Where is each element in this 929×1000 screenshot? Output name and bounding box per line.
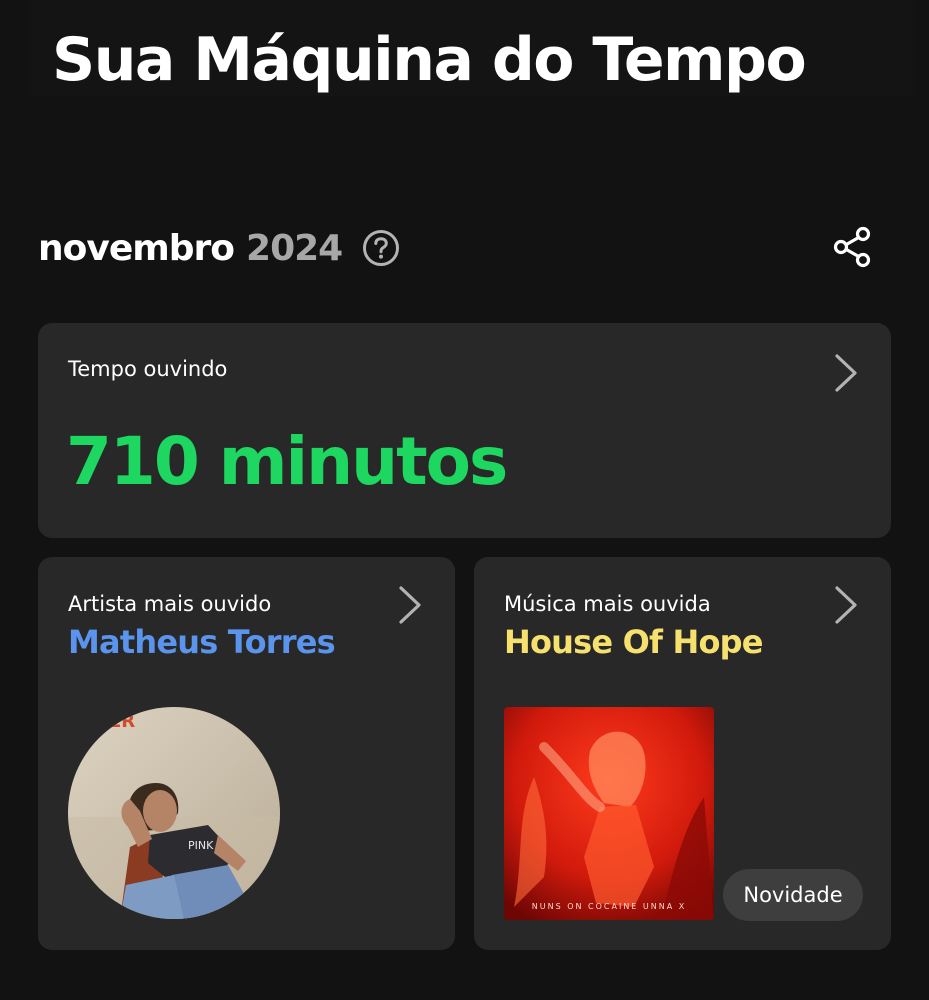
listening-time-card[interactable]: Tempo ouvindo 710 minutos — [38, 323, 891, 538]
svg-text:SER: SER — [96, 711, 135, 732]
chevron-right-icon — [835, 354, 857, 392]
period-month: novembro — [38, 227, 235, 269]
listening-time-label: Tempo ouvindo — [68, 357, 228, 381]
artist-photo: PINK SER — [68, 707, 280, 919]
top-artist-label: Artista mais ouvido — [68, 592, 272, 616]
top-artist-card[interactable]: Artista mais ouvido Matheus Torres PINK … — [38, 557, 455, 950]
album-cover: NUNS ON COCAINE UNNA X — [504, 707, 714, 920]
period-year: 2024 — [246, 227, 343, 269]
period-row: novembro 2024 — [38, 224, 400, 272]
question-circle-icon[interactable] — [362, 229, 400, 267]
top-song-label: Música mais ouvida — [504, 592, 711, 616]
top-song-title: House Of Hope — [504, 623, 763, 661]
share-icon[interactable] — [830, 224, 876, 270]
chevron-right-icon — [835, 586, 857, 624]
album-cover-text: NUNS ON COCAINE UNNA X — [531, 902, 687, 911]
listening-time-value: 710 minutos — [66, 423, 508, 500]
chevron-right-icon — [399, 586, 421, 624]
top-song-card[interactable]: Música mais ouvida House Of Hope NUNS ON… — [474, 557, 891, 950]
new-badge: Novidade — [723, 869, 863, 921]
page-title: Sua Máquina do Tempo — [52, 25, 807, 95]
svg-text:PINK: PINK — [188, 839, 214, 852]
top-artist-name: Matheus Torres — [68, 623, 336, 661]
